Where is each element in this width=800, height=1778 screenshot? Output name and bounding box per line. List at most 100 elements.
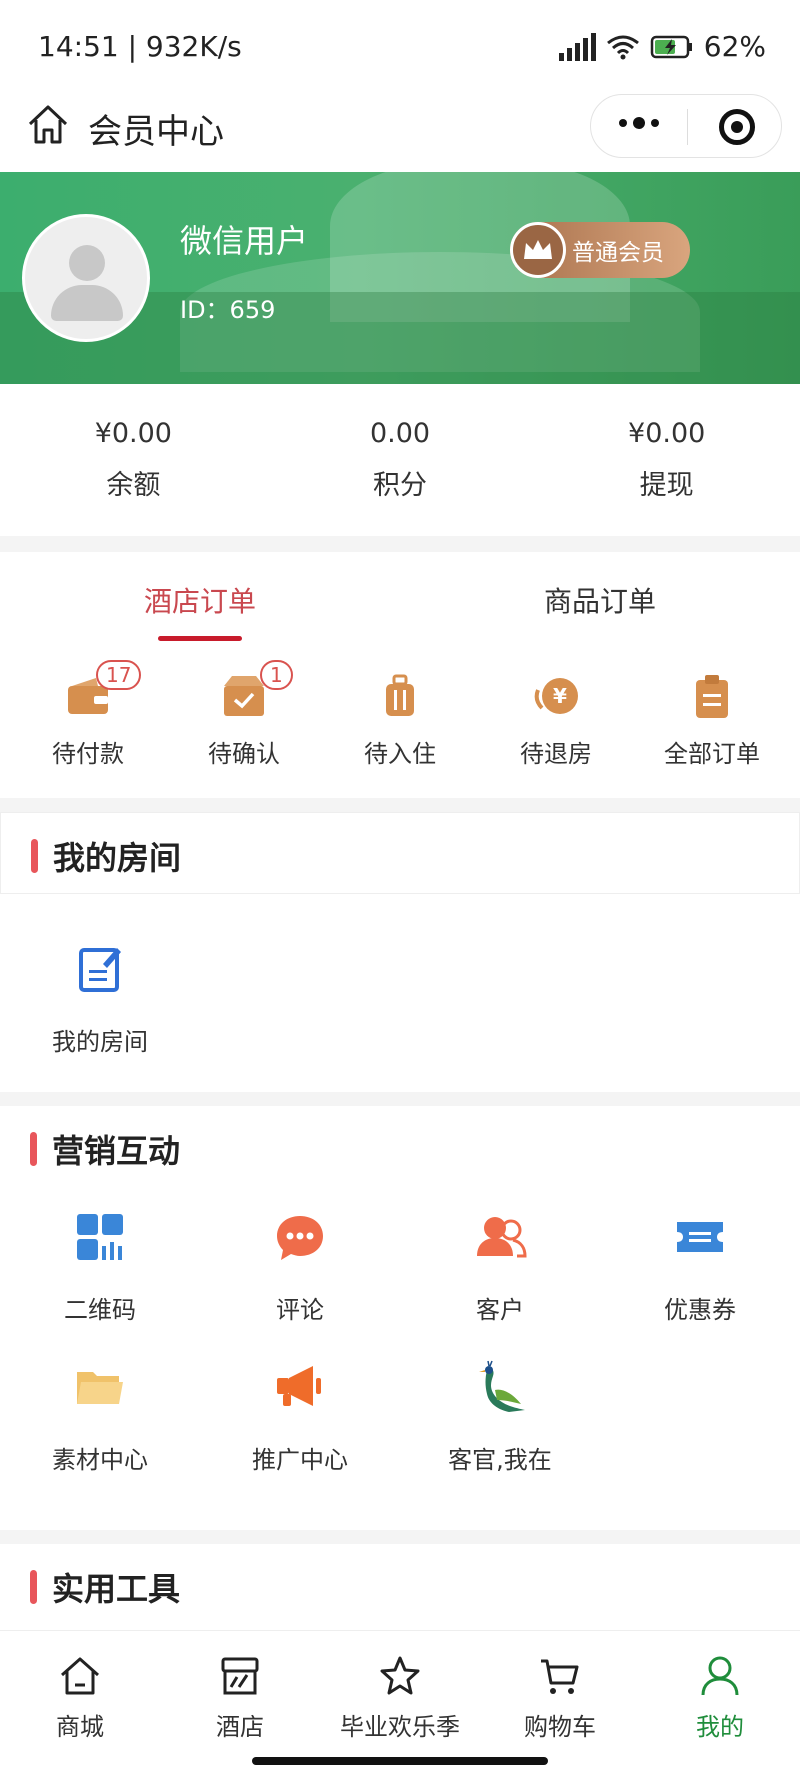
stat-points[interactable]: 0.00 积分 [267,384,534,536]
tabbar-item-graduation[interactable]: 毕业欢乐季 [320,1631,480,1778]
marketing-grid: 二维码 评论 客户 优惠券 素材中心 推广中心 客官,我在 [0,1188,800,1488]
member-level-badge[interactable]: 普通会员 [510,222,690,278]
order-count-badge: 1 [260,660,293,690]
battery-icon [650,35,692,58]
order-status-label: 待入住 [364,740,436,768]
item-label: 素材中心 [52,1446,148,1474]
order-status-list: 待付款 17 待确认 1 待入住 ¥ 待退房 全部订单 [0,648,800,769]
folder-icon [77,1372,123,1404]
star-icon [380,1656,420,1695]
marketing-item-guest[interactable]: 客官,我在 [400,1338,600,1488]
stat-balance[interactable]: ¥0.00 余额 [0,384,267,536]
stat-value: ¥0.00 [628,418,706,449]
comment-icon [277,1216,323,1260]
tabbar-label: 购物车 [524,1713,596,1741]
member-level-label: 普通会员 [572,240,664,266]
coupon-icon [677,1222,723,1252]
tabbar-item-cart[interactable]: 购物车 [480,1631,640,1778]
marketing-item-customer[interactable]: 客户 [400,1188,600,1338]
svg-text:¥: ¥ [553,684,567,708]
navigation-bar: 会员中心 [0,90,800,172]
person-icon [701,1656,739,1696]
home-icon[interactable] [26,102,70,146]
status-bar: 14:51 | 932K/s 62% [0,0,800,90]
cart-icon [541,1659,579,1694]
qrcode-icon [77,1214,123,1260]
status-right: 62% [558,30,766,63]
more-icon[interactable] [619,117,659,129]
marketing-item-promotion[interactable]: 推广中心 [200,1338,400,1488]
section-header: 营销互动 [0,1106,800,1188]
item-label: 客官,我在 [448,1446,552,1474]
item-label: 二维码 [64,1296,136,1324]
capsule-divider [687,109,688,145]
marketing-item-materials[interactable]: 素材中心 [0,1338,200,1488]
marketing-item-qrcode[interactable]: 二维码 [0,1188,200,1338]
luggage-icon [386,674,414,716]
home-indicator [252,1757,548,1765]
tabbar-label: 我的 [696,1713,744,1741]
tab-label: 酒店订单 [143,585,256,618]
my-room-section: 我的房间 我的房间 [0,812,800,1092]
edit-note-icon [79,948,121,992]
marketing-section: 营销互动 二维码 评论 客户 优惠券 素材中心 推广中心 客官,我在 [0,1106,800,1530]
tools-section: 实用工具 [0,1544,800,1634]
order-all[interactable]: 全部订单 [634,648,790,769]
stat-label: 积分 [373,470,427,501]
order-status-label: 全部订单 [664,740,760,768]
page-title: 会员中心 [88,112,224,152]
item-label: 推广中心 [252,1446,348,1474]
section-header: 我的房间 [0,812,800,894]
mini-program-capsule [590,94,782,158]
section-title: 我的房间 [53,839,182,877]
megaphone-icon [277,1366,321,1406]
wifi-icon [606,35,639,59]
orders-panel: 酒店订单 商品订单 待付款 17 待确认 1 待入住 ¥ 待退房 全部订单 [0,552,800,798]
section-title: 营销互动 [52,1132,181,1170]
signal-icon [558,32,596,61]
tabbar-item-mine[interactable]: 我的 [640,1631,800,1778]
section-marker [30,1570,37,1604]
item-label: 评论 [276,1296,324,1324]
peacock-icon [479,1360,525,1412]
item-label: 我的房间 [52,1028,148,1056]
tabbar-label: 毕业欢乐季 [340,1713,460,1741]
stat-label: 提现 [639,470,694,501]
marketing-item-coupon[interactable]: 优惠券 [600,1188,800,1338]
order-status-label: 待付款 [52,740,124,768]
item-label: 优惠券 [664,1296,736,1324]
user-id: ID：659 [180,296,276,324]
avatar[interactable] [22,214,150,342]
order-pending-payment[interactable]: 待付款 17 [10,648,166,769]
customer-icon [477,1217,527,1258]
stat-withdraw[interactable]: ¥0.00 提现 [533,384,800,536]
order-pending-confirm[interactable]: 待确认 1 [166,648,322,769]
account-stats: ¥0.00 余额 0.00 积分 ¥0.00 提现 [0,384,800,536]
order-pending-checkin[interactable]: 待入住 [322,648,478,769]
hotel-store-icon [221,1657,259,1695]
active-tab-indicator [158,636,242,641]
section-header: 实用工具 [0,1544,800,1626]
tab-hotel-orders[interactable]: 酒店订单 [0,552,400,648]
status-time: 14:51 | 932K/s [38,30,242,63]
tabbar-item-hotel[interactable]: 酒店 [160,1631,320,1778]
marketing-item-comment[interactable]: 评论 [200,1188,400,1338]
crown-icon [510,222,566,278]
close-target-icon[interactable] [719,109,755,145]
stat-value: 0.00 [369,418,431,449]
item-label: 客户 [476,1296,524,1324]
order-pending-checkout[interactable]: ¥ 待退房 [478,648,634,769]
order-status-label: 待确认 [208,740,280,768]
user-name: 微信用户 [180,222,309,260]
section-title: 实用工具 [52,1570,181,1608]
tabbar-label: 商城 [56,1713,104,1741]
section-marker [31,839,38,873]
my-room-item[interactable]: 我的房间 [0,894,200,1084]
order-status-label: 待退房 [520,740,592,768]
tab-label: 商品订单 [543,585,656,618]
tabbar-label: 酒店 [216,1713,264,1741]
yen-coin-icon: ¥ [534,678,578,714]
tabbar-item-mall[interactable]: 商城 [0,1631,160,1778]
bottom-tab-bar: 商城 酒店 毕业欢乐季 购物车 我的 [0,1630,800,1778]
tab-product-orders[interactable]: 商品订单 [400,552,800,648]
